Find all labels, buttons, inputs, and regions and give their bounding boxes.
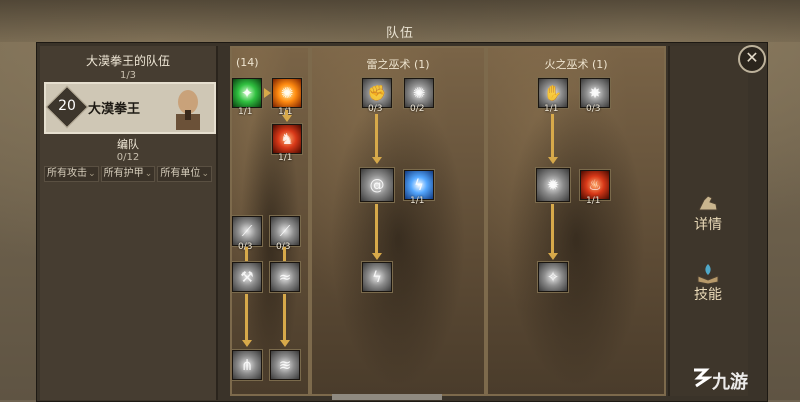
watermark-text: 九游 (712, 372, 748, 393)
thunder-tree-title: 雷之巫术 (1) (366, 58, 430, 71)
chevron-down-icon: ⌄ (201, 169, 210, 179)
formation-title: 编队 (117, 138, 139, 151)
fire-tree-title: 火之巫术 (1) (544, 58, 608, 71)
panel-art (488, 48, 664, 394)
skill-count: 1/1 (410, 196, 425, 206)
link-line (245, 294, 248, 342)
team-title: 大漠拳王的队伍 (85, 54, 170, 68)
unit-filter-select[interactable]: 所有单位 ⌄ (157, 166, 213, 182)
tree-title-fragment: (14) (236, 56, 259, 69)
link-arrow (548, 253, 558, 260)
link-line (551, 204, 554, 254)
skill-tree-partial: (14) ✦ 1/1 ✺ 1/1 ♞ 1/1 ⟋ 0/3 ⟋ 0/3 ⚒ ≈ ⋔… (230, 46, 310, 396)
wave-icon[interactable]: ≈ (270, 262, 300, 292)
link-line (375, 204, 378, 254)
skill-count: 1/1 (586, 196, 601, 206)
red-beast-icon[interactable]: ♞ (272, 124, 302, 154)
link-arrow (372, 157, 382, 164)
skill-count: 1/1 (544, 104, 559, 114)
skill-count: 0/3 (368, 104, 383, 114)
gust-icon[interactable]: ≋ (270, 350, 300, 380)
bottom-handle (332, 394, 442, 400)
skill-tree-thunder: 雷之巫术 (1) ✊ 0/3 ✺ 0/2 @ ϟ 1/1 ϟ (310, 46, 486, 396)
team-panel: 大漠拳王的队伍 1/3 20 大漠拳王 编队 0/12 所有攻击 ⌄ 所有护甲 ⌄ … (40, 46, 218, 400)
link-line (551, 114, 554, 158)
flame-swirl-icon[interactable]: ✹ (536, 168, 570, 202)
armor-filter-select[interactable]: 所有护甲 ⌄ (100, 166, 156, 182)
spark-icon[interactable]: ✧ (538, 262, 568, 292)
team-count: 1/3 (119, 70, 137, 81)
link-line (245, 247, 248, 261)
attack-filter-select[interactable]: 所有攻击 ⌄ (44, 166, 99, 182)
skill-count: 1/1 (278, 153, 293, 163)
page-title: 队伍 (385, 26, 414, 41)
hammer-icon[interactable]: ⚒ (232, 262, 262, 292)
link-line (283, 247, 286, 261)
spellbook-icon (697, 264, 719, 284)
link-arrow (282, 115, 292, 122)
green-burst-icon[interactable]: ✦ (232, 78, 262, 108)
panel-art (312, 48, 484, 394)
link-arrow (372, 253, 382, 260)
skill-count: 0/3 (586, 104, 601, 114)
link-arrow (280, 340, 290, 347)
filter-label: 所有攻击 (47, 168, 87, 179)
formation-count: 0/12 (116, 152, 140, 163)
hero-portrait (168, 86, 208, 130)
watermark-logo (694, 368, 712, 388)
link-line (375, 114, 378, 158)
link-arrow (242, 340, 252, 347)
hero-name: 大漠拳王 (88, 102, 141, 117)
skill-tree-fire: 火之巫术 (1) ✋ 1/1 ✸ 0/3 ✹ ♨ 1/1 ✧ (486, 46, 666, 396)
chevron-down-icon: ⌄ (144, 169, 153, 179)
link-line (283, 294, 286, 342)
fire-swirl-icon[interactable]: ✺ (272, 78, 302, 108)
skill-count: 1/1 (238, 107, 253, 117)
filter-row: 所有攻击 ⌄ 所有护甲 ⌄ 所有单位 ⌄ (44, 166, 213, 182)
spiral-icon[interactable]: @ (360, 168, 394, 202)
link-arrow (548, 157, 558, 164)
hero-card[interactable]: 20 大漠拳王 (44, 82, 216, 134)
details-button[interactable]: 详情 (684, 192, 732, 233)
bolt-icon[interactable]: ϟ (362, 262, 392, 292)
close-button[interactable]: ✕ (738, 45, 766, 73)
hero-level: 20 (58, 98, 76, 114)
skills-button[interactable]: 技能 (684, 262, 732, 303)
skills-label: 技能 (694, 287, 722, 303)
filter-label: 所有护甲 (103, 168, 144, 179)
link-arrow (264, 88, 271, 98)
details-label: 详情 (694, 217, 722, 233)
claw-icon[interactable]: ⋔ (232, 350, 262, 380)
skill-count: 0/2 (410, 104, 425, 114)
chevron-down-icon: ⌄ (88, 169, 96, 179)
filter-label: 所有单位 (160, 168, 201, 179)
muscle-arm-icon (698, 195, 718, 211)
